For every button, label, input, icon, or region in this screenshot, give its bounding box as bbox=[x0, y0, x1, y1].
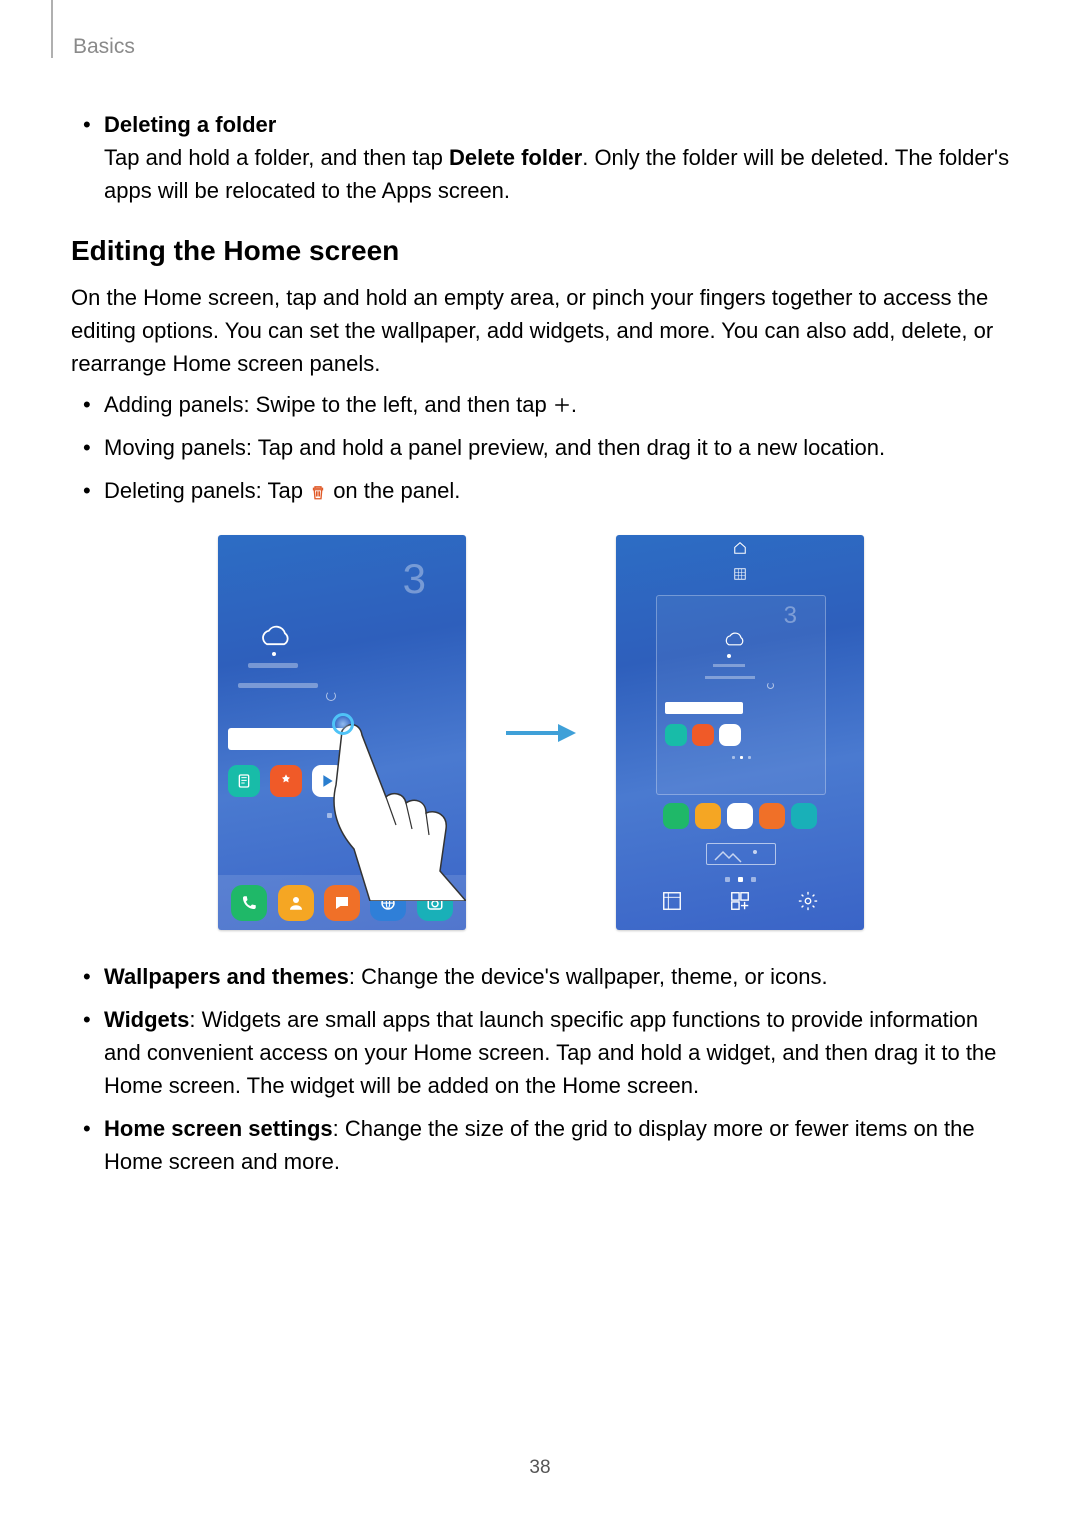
deleting-folder-title: Deleting a folder bbox=[104, 112, 276, 137]
home-screen-edit-figure: 3 bbox=[71, 535, 1011, 930]
phone-app-icon bbox=[231, 885, 267, 921]
editing-intro: On the Home screen, tap and hold an empt… bbox=[71, 281, 1011, 380]
home-screen-settings-item: Home screen settings: Change the size of… bbox=[71, 1112, 1011, 1178]
page-indicator bbox=[616, 877, 864, 882]
edit-toolbar bbox=[616, 890, 864, 912]
adding-panels-item: Adding panels: Swipe to the left, and th… bbox=[71, 388, 1011, 421]
wallpapers-themes-item: Wallpapers and themes: Change the device… bbox=[71, 960, 1011, 993]
deleting-panels-item: Deleting panels: Tap on the panel. bbox=[71, 474, 1011, 507]
header-section-label: Basics bbox=[73, 35, 135, 59]
panels-list: Adding panels: Swipe to the left, and th… bbox=[71, 388, 1011, 507]
tap-hand-illustration bbox=[314, 701, 466, 901]
cloud-icon bbox=[723, 632, 747, 648]
edit-options-list: Wallpapers and themes: Change the device… bbox=[71, 960, 1011, 1178]
widgets-icon bbox=[729, 890, 751, 912]
trash-icon bbox=[309, 483, 327, 501]
app-icon bbox=[228, 765, 260, 797]
transition-arrow-icon bbox=[506, 726, 576, 740]
cloud-icon bbox=[258, 625, 294, 649]
wallpapers-icon bbox=[661, 890, 683, 912]
header-divider bbox=[51, 0, 53, 58]
dock-preview bbox=[616, 803, 864, 829]
widgets-item: Widgets: Widgets are small apps that lau… bbox=[71, 1003, 1011, 1102]
deleting-folder-text: Tap and hold a folder, and then tap Dele… bbox=[104, 145, 1009, 203]
touch-indicator bbox=[332, 713, 354, 735]
plus-icon bbox=[553, 396, 571, 414]
editing-home-screen-heading: Editing the Home screen bbox=[71, 235, 1011, 267]
weather-temp: 3 bbox=[403, 555, 426, 603]
deleting-folder-item: Deleting a folder Tap and hold a folder,… bbox=[71, 108, 1011, 207]
phone-after: 3 bbox=[616, 535, 864, 930]
panel-preview: 3 bbox=[656, 595, 826, 795]
grid-outline-icon bbox=[733, 567, 747, 581]
contacts-app-icon bbox=[278, 885, 314, 921]
home-outline-icon bbox=[733, 541, 747, 555]
deleting-folder-block: Deleting a folder Tap and hold a folder,… bbox=[71, 108, 1011, 207]
settings-icon bbox=[797, 890, 819, 912]
page-content: Deleting a folder Tap and hold a folder,… bbox=[71, 108, 1011, 1188]
wallpaper-preview-icon bbox=[706, 843, 776, 865]
page-number: 38 bbox=[0, 1457, 1080, 1479]
app-icon bbox=[270, 765, 302, 797]
moving-panels-item: Moving panels: Tap and hold a panel prev… bbox=[71, 431, 1011, 464]
phone-before: 3 bbox=[218, 535, 466, 930]
